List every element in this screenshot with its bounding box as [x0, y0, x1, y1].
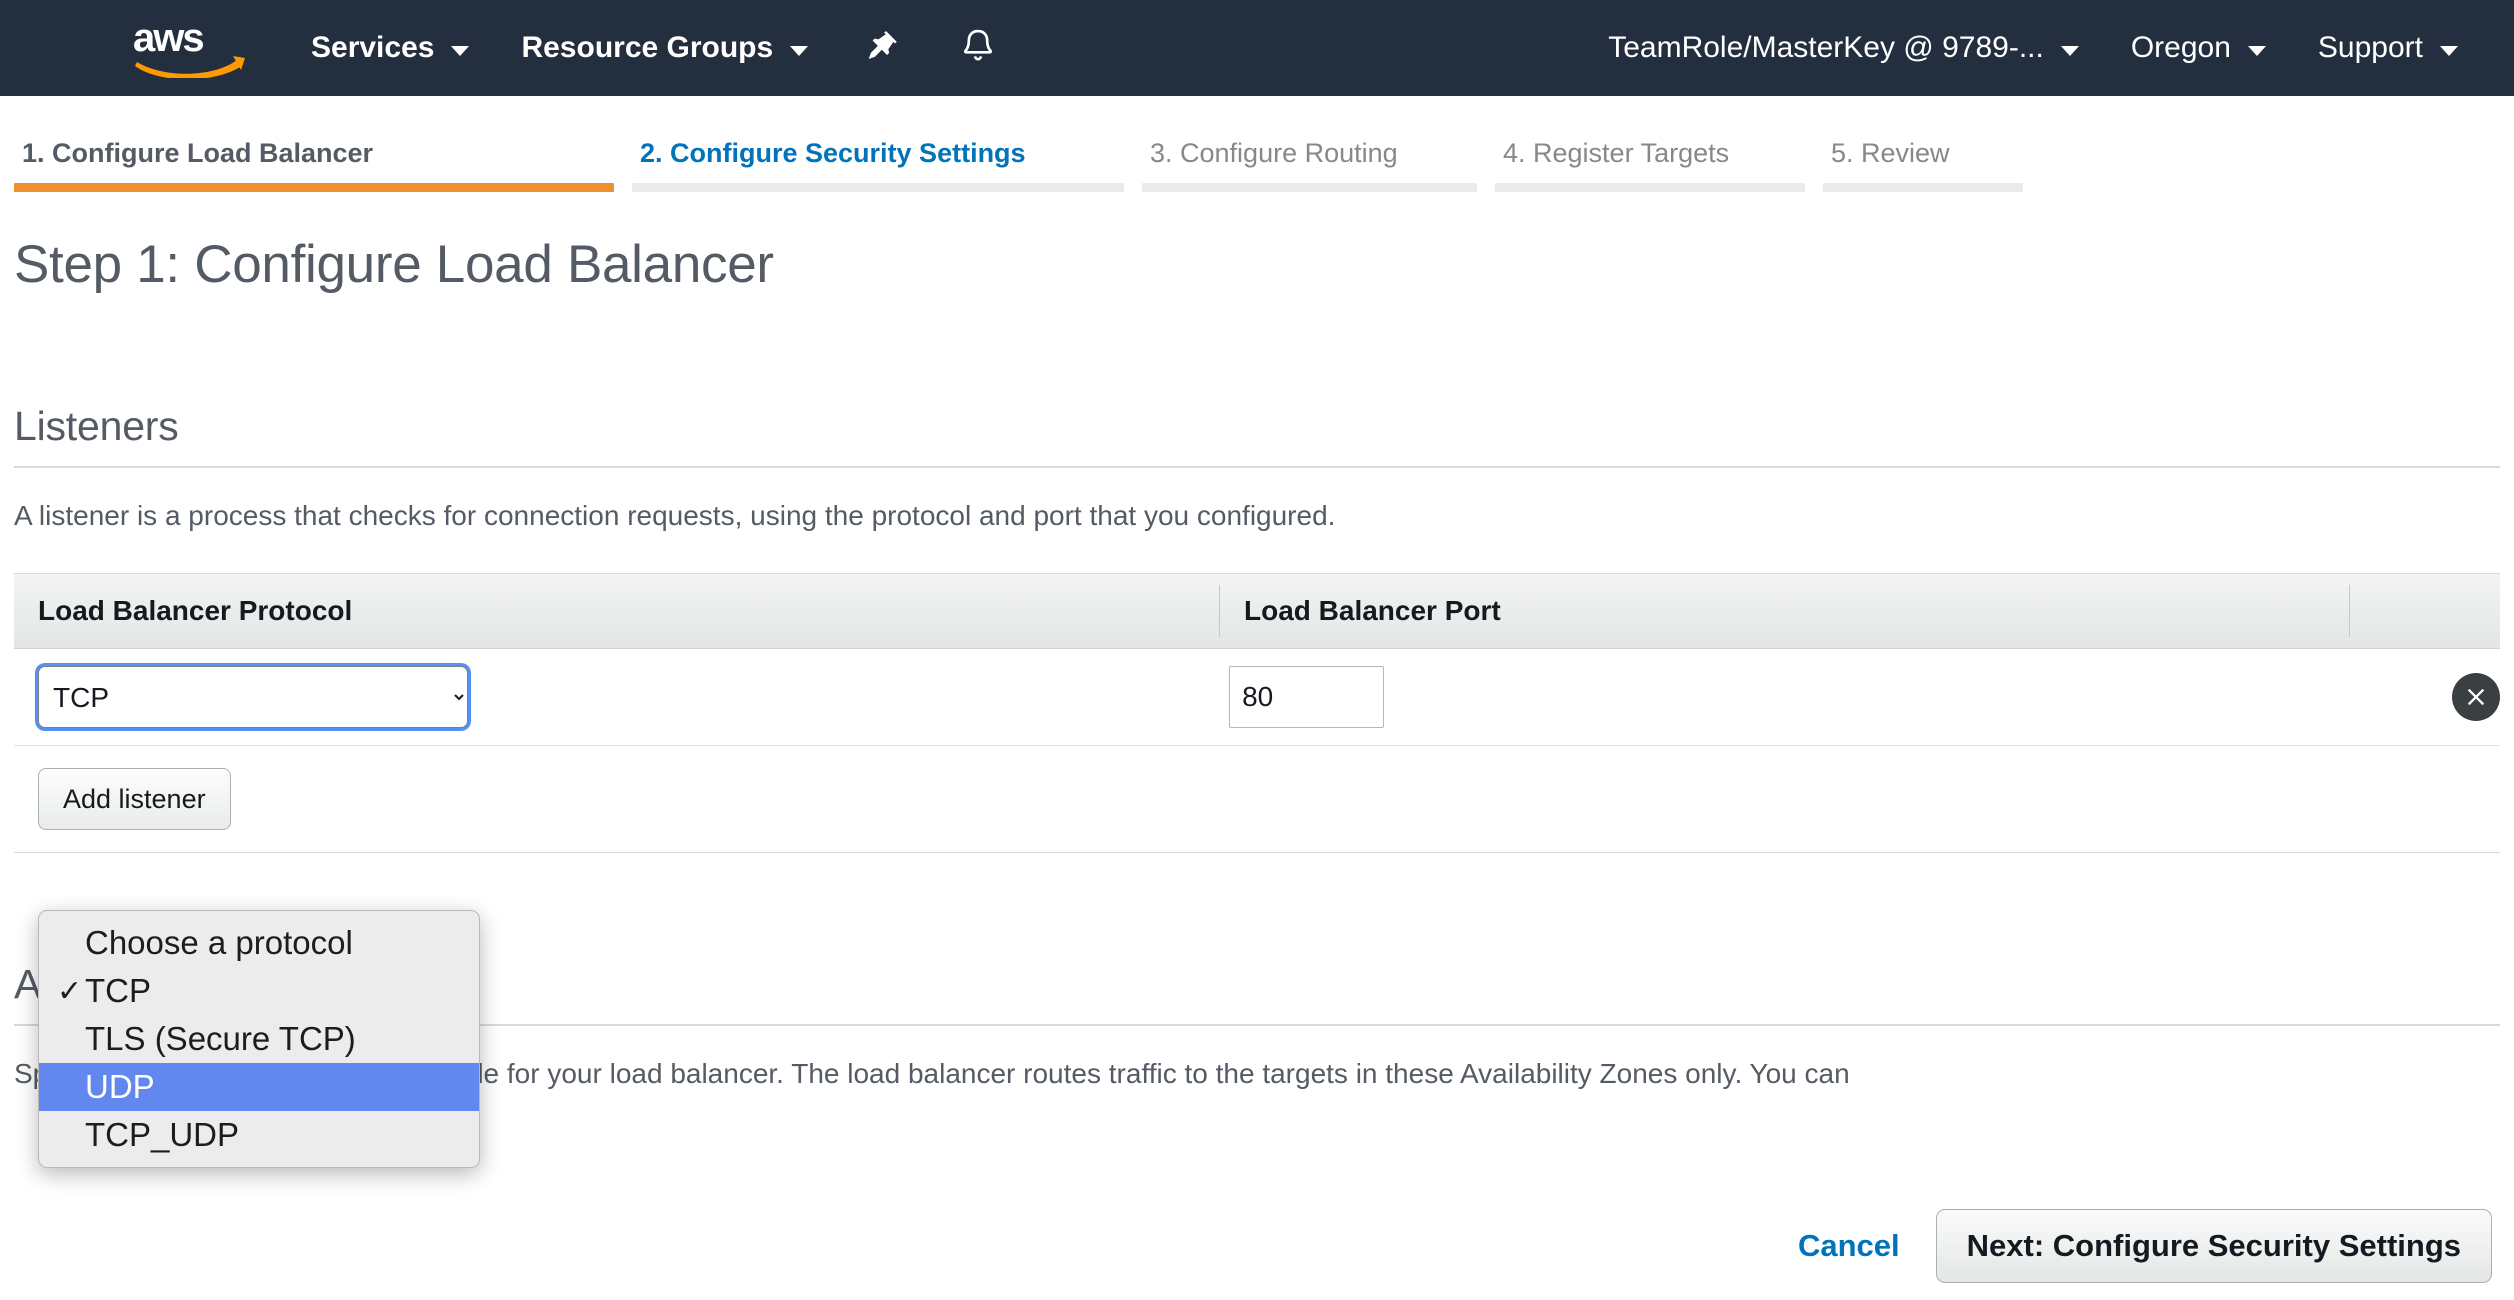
aws-logo[interactable]: aws: [95, 18, 285, 78]
nav-resource-groups[interactable]: Resource Groups: [495, 0, 834, 96]
nav-resource-groups-label: Resource Groups: [521, 31, 774, 64]
cell-actions: [2322, 673, 2500, 721]
nav-services-label: Services: [311, 31, 435, 64]
nav-services[interactable]: Services: [285, 0, 495, 96]
wizard-step-3-indicator: [1142, 183, 1477, 192]
column-header-port: Load Balancer Port: [1219, 585, 2349, 637]
listeners-table: Load Balancer Protocol Load Balancer Por…: [14, 573, 2500, 853]
check-icon: ✓: [57, 974, 83, 1008]
chevron-down-icon: [2440, 46, 2458, 56]
wizard-step-1[interactable]: 1. Configure Load Balancer: [14, 138, 614, 192]
wizard-step-3-label: 3. Configure Routing: [1150, 138, 1398, 168]
wizard-step-tabs: 1. Configure Load Balancer 2. Configure S…: [0, 96, 2514, 192]
bell-icon: [958, 26, 998, 71]
listeners-section-title: Listeners: [14, 403, 179, 449]
protocol-option-0[interactable]: Choose a protocol: [39, 919, 479, 967]
protocol-option-2[interactable]: TLS (Secure TCP): [39, 1015, 479, 1063]
listeners-table-header: Load Balancer Protocol Load Balancer Por…: [14, 574, 2500, 649]
protocol-option-label: TCP_UDP: [85, 1116, 240, 1153]
section-divider: [14, 466, 2500, 468]
support-menu[interactable]: Support: [2292, 0, 2484, 96]
wizard-step-1-indicator: [14, 183, 614, 192]
wizard-step-2[interactable]: 2. Configure Security Settings: [632, 138, 1124, 192]
support-label: Support: [2317, 31, 2423, 64]
next-button[interactable]: Next: Configure Security Settings: [1935, 1209, 2492, 1283]
listeners-description: A listener is a process that checks for …: [14, 500, 1336, 531]
top-navigation-right: TeamRole/MasterKey @ 9789-... Oregon Sup…: [1582, 0, 2484, 96]
wizard-step-5-label: 5. Review: [1831, 138, 1950, 168]
account-menu[interactable]: TeamRole/MasterKey @ 9789-...: [1582, 0, 2105, 96]
protocol-option-label: TCP: [85, 972, 151, 1009]
protocol-option-label: TLS (Secure TCP): [85, 1020, 356, 1057]
wizard-step-4-label: 4. Register Targets: [1503, 138, 1730, 168]
chevron-down-icon: [2247, 46, 2266, 56]
protocol-option-3[interactable]: UDP: [39, 1063, 479, 1111]
page-title: Step 1: Configure Load Balancer: [14, 235, 774, 294]
svg-text:aws: aws: [133, 18, 203, 60]
wizard-step-3[interactable]: 3. Configure Routing: [1142, 138, 1477, 192]
wizard-step-1-label: 1. Configure Load Balancer: [22, 138, 374, 168]
account-label: TeamRole/MasterKey @ 9789-...: [1608, 31, 2044, 64]
wizard-step-2-indicator: [632, 183, 1124, 192]
region-label: Oregon: [2130, 31, 2231, 64]
pin-icon: [863, 27, 901, 70]
top-navigation-bar: aws Services Resource Groups TeamRole/Ma…: [0, 0, 2514, 96]
wizard-step-5-indicator: [1823, 183, 2023, 192]
chevron-down-icon: [790, 46, 809, 56]
table-row: TCP: [14, 649, 2500, 746]
wizard-footer: Cancel Next: Configure Security Settings: [0, 1192, 2514, 1300]
close-circle-icon: [2462, 683, 2490, 711]
protocol-option-1[interactable]: ✓ TCP: [39, 967, 479, 1015]
chevron-down-icon: [451, 46, 470, 56]
chevron-down-icon: [2060, 46, 2079, 56]
cell-protocol: TCP: [14, 666, 1205, 728]
wizard-step-4-indicator: [1495, 183, 1805, 192]
wizard-step-4[interactable]: 4. Register Targets: [1495, 138, 1805, 192]
add-listener-button[interactable]: Add listener: [38, 768, 231, 830]
main-content: Step 1: Configure Load Balancer Listener…: [0, 234, 2514, 1168]
protocol-dropdown-popup[interactable]: Choose a protocol ✓ TCP TLS (Secure TCP) UDP…: [38, 910, 480, 1168]
listeners-table-footer: Add listener: [14, 746, 2500, 852]
protocol-option-4[interactable]: TCP_UDP: [39, 1111, 479, 1159]
region-menu[interactable]: Oregon: [2105, 0, 2292, 96]
protocol-select[interactable]: TCP: [38, 666, 468, 728]
protocol-option-label: Choose a protocol: [85, 924, 353, 961]
remove-listener-button[interactable]: [2452, 673, 2500, 721]
pin-button[interactable]: [834, 0, 930, 96]
column-header-protocol: Load Balancer Protocol: [38, 595, 353, 626]
port-input[interactable]: [1229, 666, 1385, 728]
cancel-button[interactable]: Cancel: [1798, 1228, 1900, 1264]
protocol-option-label: UDP: [85, 1068, 155, 1105]
notifications-button[interactable]: [930, 0, 1026, 96]
wizard-step-2-label: 2. Configure Security Settings: [640, 138, 1026, 168]
column-header-actions: [2349, 585, 2500, 637]
cell-port: [1205, 666, 2322, 728]
wizard-step-5[interactable]: 5. Review: [1823, 138, 2023, 192]
